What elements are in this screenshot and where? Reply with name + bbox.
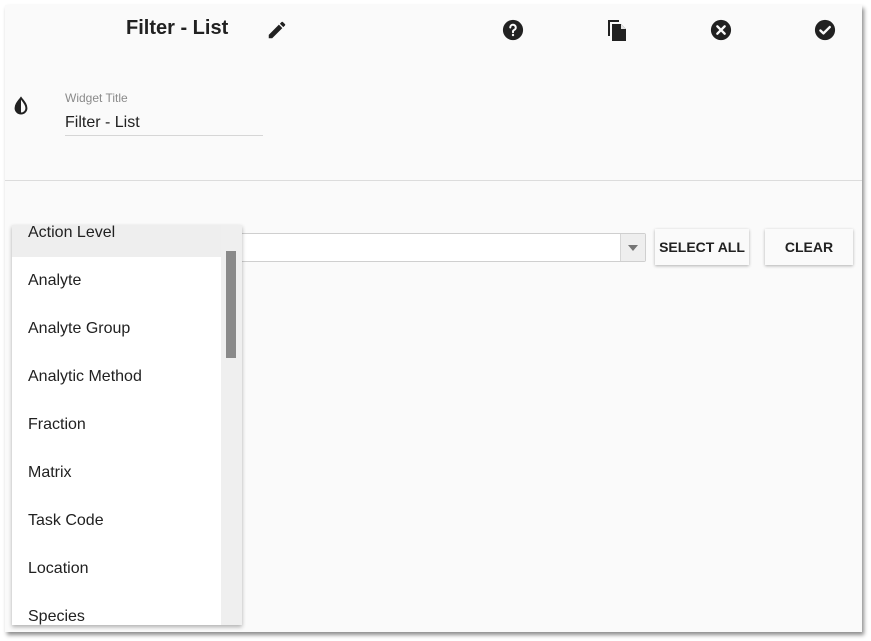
dropdown-scrollbar[interactable] bbox=[221, 225, 242, 625]
pencil-icon[interactable] bbox=[265, 18, 289, 42]
page-title: Filter - List bbox=[126, 17, 229, 39]
invert-colors-icon[interactable] bbox=[10, 95, 32, 117]
widget-title-input[interactable] bbox=[65, 110, 263, 136]
filter-field-select[interactable] bbox=[230, 233, 646, 262]
help-circle-icon[interactable] bbox=[501, 18, 525, 42]
dropdown-item-analyte-group[interactable]: Analyte Group bbox=[12, 305, 221, 353]
select-all-button[interactable]: SELECT ALL bbox=[655, 229, 749, 265]
check-circle-icon[interactable] bbox=[813, 18, 837, 42]
dropdown-item-action-level[interactable]: Action Level bbox=[12, 225, 221, 257]
dropdown-item-species[interactable]: Species bbox=[12, 593, 221, 625]
dropdown-item-fraction[interactable]: Fraction bbox=[12, 401, 221, 449]
select-dropdown-toggle[interactable] bbox=[620, 234, 645, 261]
scrollbar-thumb[interactable] bbox=[226, 251, 236, 358]
copy-icon[interactable] bbox=[605, 18, 629, 42]
close-circle-icon[interactable] bbox=[709, 18, 733, 42]
dropdown-item-task-code[interactable]: Task Code bbox=[12, 497, 221, 545]
dropdown-item-matrix[interactable]: Matrix bbox=[12, 449, 221, 497]
chevron-down-icon bbox=[628, 244, 638, 251]
filter-field-dropdown: Action Level Analyte Analyte Group Analy… bbox=[12, 225, 242, 625]
dropdown-item-location[interactable]: Location bbox=[12, 545, 221, 593]
dropdown-item-analyte[interactable]: Analyte bbox=[12, 257, 221, 305]
dropdown-list: Action Level Analyte Analyte Group Analy… bbox=[12, 225, 221, 625]
section-divider bbox=[5, 180, 862, 181]
dropdown-item-analytic-method[interactable]: Analytic Method bbox=[12, 353, 221, 401]
clear-button[interactable]: CLEAR bbox=[765, 229, 853, 265]
widget-title-label: Widget Title bbox=[65, 91, 128, 105]
